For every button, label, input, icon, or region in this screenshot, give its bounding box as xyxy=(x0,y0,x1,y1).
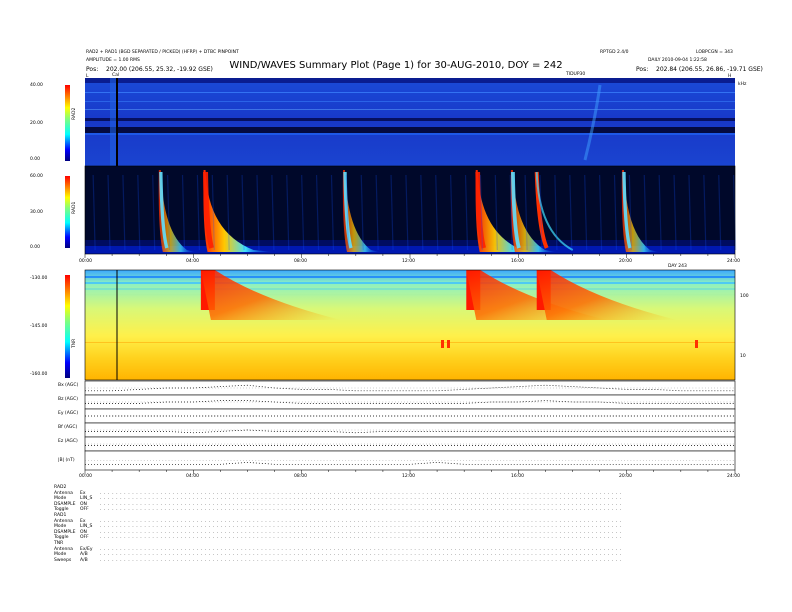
footer-row-value: OFF xyxy=(80,507,89,513)
footer-row-value: A/B xyxy=(80,557,88,563)
rad2-ytick-top: 40.00 xyxy=(30,83,43,88)
footer-row-dots: ........................................… xyxy=(100,490,624,496)
anc-xtick-6: 24:00 xyxy=(727,474,740,479)
footer-row-value: LIN_S xyxy=(80,524,93,530)
footer-row-value: Ex xyxy=(80,490,86,496)
rad1-colorbar xyxy=(65,176,70,248)
footer-row-dots: ........................................… xyxy=(100,546,624,552)
anc-xtick-1: 04:00 xyxy=(186,474,199,479)
rad1-xtick-0: 00:00 xyxy=(79,259,92,264)
anc-label-ey: Ey (AGC) xyxy=(58,411,79,416)
tnr-right-tick-100: 100 xyxy=(740,294,749,299)
anc-xtick-4: 16:00 xyxy=(511,474,524,479)
tnr-spike xyxy=(441,340,444,348)
rad2-ytick-mid: 20.00 xyxy=(30,121,43,126)
anc-panel-frame xyxy=(84,436,736,452)
footer-row-label: Toggle xyxy=(54,535,69,541)
footer-row-dots: ........................................… xyxy=(100,518,624,524)
footer-row-value: A/B xyxy=(80,552,88,558)
anc-label-bx: Bx (AGC) xyxy=(58,383,79,388)
rad1-ytick-bottom: 0.00 xyxy=(30,245,41,250)
anc-xtick-2: 08:00 xyxy=(294,474,307,479)
anc-panel-frame xyxy=(84,450,736,471)
tnr-ytick-top: -130.00 xyxy=(30,276,48,281)
footer-row-dots: ........................................… xyxy=(100,507,624,513)
footer-row-label: Sweeps xyxy=(54,557,72,563)
footer-row-dots: ........................................… xyxy=(100,524,624,530)
footer-row-label: RAD1 xyxy=(54,513,67,518)
footer-row-dots: ........................................… xyxy=(100,496,624,502)
rad2-colorbar xyxy=(65,85,70,161)
rad1-xtick-1: 04:00 xyxy=(186,259,199,264)
footer-row-dots: ........................................… xyxy=(100,552,624,558)
footer-row-value: Ex/Ey xyxy=(80,546,93,552)
footer-row-value: OFF xyxy=(80,535,89,541)
rad1-xtick-3: 12:00 xyxy=(402,259,415,264)
footer-row-dots: ........................................… xyxy=(100,501,624,507)
anc-panel-frame xyxy=(84,394,736,410)
rad2-ytick-bottom: 0.00 xyxy=(30,157,41,162)
anc-xtick-3: 12:00 xyxy=(402,474,415,479)
anc-label-ez: Ez (AGC) xyxy=(58,439,78,444)
tnr-spike xyxy=(695,340,698,348)
footer-row-label: Mode xyxy=(54,524,67,530)
anc-panel-frame xyxy=(84,422,736,438)
footer-row-label: RAD2 xyxy=(54,485,67,490)
rad1-panel xyxy=(84,165,737,255)
footer-row-label: Mode xyxy=(54,552,67,558)
tnr-panel xyxy=(84,269,736,381)
footer-row-label: Antenna xyxy=(54,518,73,524)
footer-row-dots: ........................................… xyxy=(100,557,624,563)
tnr-right-tick-10: 10 xyxy=(740,354,746,359)
footer-row-value: Ex xyxy=(80,518,86,524)
anc-label-bz: Bz (AGC) xyxy=(58,397,79,402)
footer-row-label: TNR xyxy=(54,541,64,546)
rad2-panel xyxy=(85,78,735,166)
tnr-ytick-mid: -145.00 xyxy=(30,324,48,329)
footer-row-label: Mode xyxy=(54,496,67,502)
rad1-x-end-label: DAY 243 xyxy=(668,264,687,269)
rad1-xtick-6: 24:00 xyxy=(727,259,740,264)
anc-label-b: |B| (nT) xyxy=(58,458,75,463)
rad1-ytick-mid: 30.00 xyxy=(30,210,43,215)
footer-row-value: LIN_S xyxy=(80,496,93,502)
footer-row-label: Antenna xyxy=(54,546,73,552)
tnr-colorbar xyxy=(65,275,70,378)
anc-xtick-0: 00:00 xyxy=(79,474,92,479)
tnr-ytick-bottom: -160.00 xyxy=(30,372,48,377)
rad1-xtick-4: 16:00 xyxy=(511,259,524,264)
rad1-xtick-2: 08:00 xyxy=(294,259,307,264)
tnr-spike xyxy=(447,340,450,348)
anc-panel-frame xyxy=(84,380,736,396)
footer-row-dots: ........................................… xyxy=(100,535,624,541)
rad1-ylabel: RAD1 xyxy=(72,201,77,214)
rad1-xtick-5: 20:00 xyxy=(619,259,632,264)
rad2-ylabel: RAD2 xyxy=(72,107,77,120)
ancillary-panels xyxy=(84,380,736,471)
footer-row-dots: ........................................… xyxy=(100,529,624,535)
tnr-ylabel: TNR xyxy=(72,338,77,348)
footer-row-label: Antenna xyxy=(54,490,73,496)
anc-label-bf: Bf (AGC) xyxy=(58,425,78,430)
rad1-ytick-top: 60.00 xyxy=(30,174,43,179)
anc-xtick-5: 20:00 xyxy=(619,474,632,479)
footer-row-label: Toggle xyxy=(54,507,69,513)
